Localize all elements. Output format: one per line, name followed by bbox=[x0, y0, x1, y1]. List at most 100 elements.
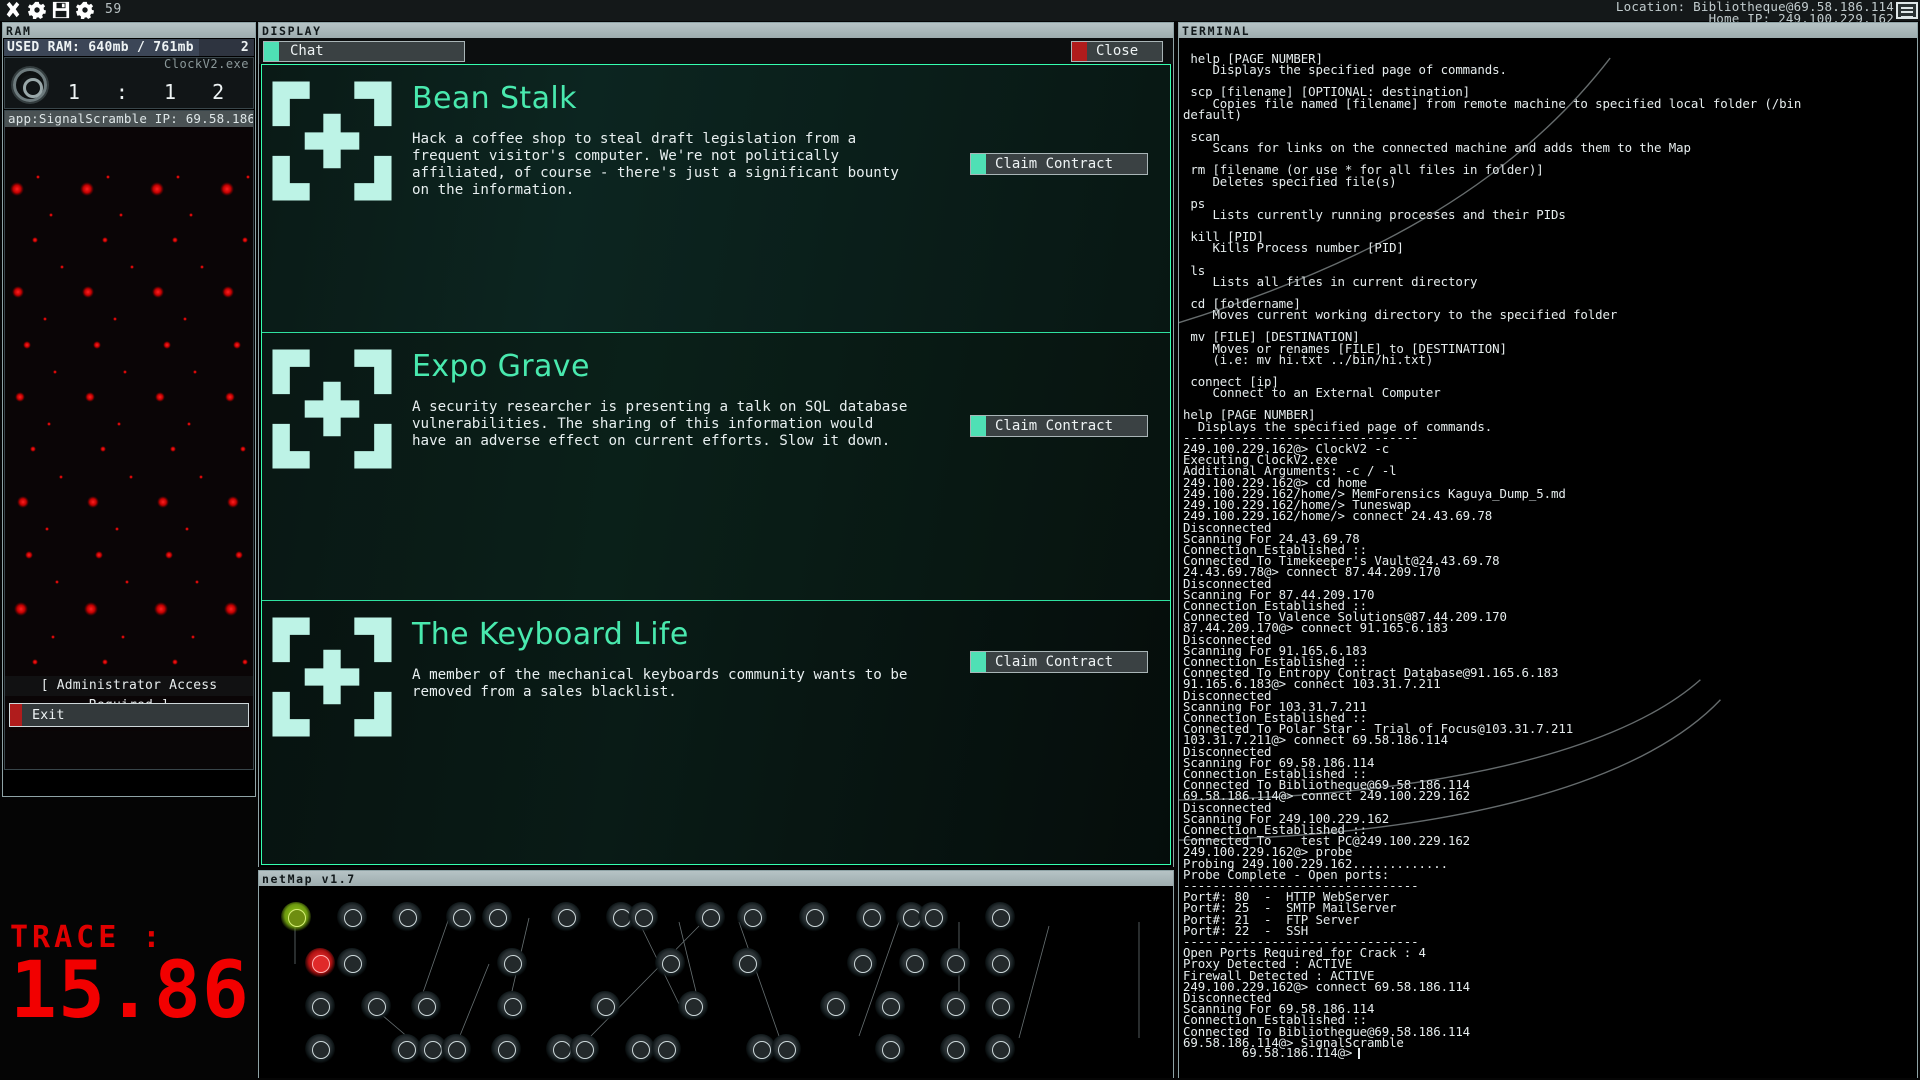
exit-button-label: Exit bbox=[32, 707, 65, 723]
top-bar: 59 Location: Bibliotheque@69.58.186.114 … bbox=[0, 0, 1920, 24]
ram-module-clock[interactable]: ClockV2.exe 1 : 1 2 A M bbox=[4, 57, 254, 109]
netmap-panel-title: netMap v1.7 bbox=[259, 871, 1173, 886]
mission-card[interactable]: Bean Stalk Hack a coffee shop to steal d… bbox=[262, 65, 1170, 333]
netmap-node[interactable] bbox=[337, 902, 367, 932]
scramble-header: app:SignalScramble IP: 69.58.186.114 bbox=[5, 111, 253, 127]
ram-module-signalscramble[interactable]: app:SignalScramble IP: 69.58.186.114 bbox=[4, 110, 254, 770]
netmap-node[interactable] bbox=[732, 948, 762, 978]
netmap-node[interactable] bbox=[985, 948, 1015, 978]
netmap-node[interactable] bbox=[875, 991, 905, 1021]
netmap-node[interactable] bbox=[655, 948, 685, 978]
netmap-node[interactable] bbox=[497, 948, 527, 978]
netmap-node[interactable] bbox=[875, 1034, 905, 1064]
clock-meridiem: A M bbox=[122, 104, 182, 108]
netmap-node[interactable] bbox=[491, 1034, 521, 1064]
terminal-line-list: help [PAGE NUMBER] Displays the specifie… bbox=[1183, 42, 1917, 1048]
netmap-node[interactable] bbox=[847, 948, 877, 978]
netmap-node[interactable] bbox=[820, 991, 850, 1021]
netmap-panel: netMap v1.7 bbox=[258, 870, 1174, 1078]
netmap-node[interactable] bbox=[392, 902, 422, 932]
terminal-line: 24.43.69.78@> connect 87.44.209.170 bbox=[1183, 564, 1441, 580]
mission-description: A member of the mechanical keyboards com… bbox=[412, 667, 908, 700]
terminal-line: Lists currently running processes and th… bbox=[1183, 207, 1566, 223]
scramble-canvas[interactable]: [ Administrator Access Required ] Exit bbox=[5, 127, 253, 731]
mission-list: Bean Stalk Hack a coffee shop to steal d… bbox=[261, 64, 1171, 865]
scramble-dot-field bbox=[10, 175, 250, 716]
claim-contract-label: Claim Contract bbox=[995, 654, 1114, 670]
netmap-node-home[interactable] bbox=[281, 902, 311, 932]
claim-contract-button[interactable]: Claim Contract bbox=[970, 415, 1148, 437]
netmap-node[interactable] bbox=[985, 902, 1015, 932]
terminal-line: Connect to an External Computer bbox=[1183, 385, 1441, 401]
fps-counter: 59 bbox=[105, 2, 122, 17]
netmap-node[interactable] bbox=[446, 902, 476, 932]
claim-contract-label: Claim Contract bbox=[995, 418, 1114, 434]
close-icon[interactable] bbox=[4, 1, 22, 19]
netmap-node[interactable] bbox=[628, 902, 658, 932]
terminal-line: (i.e: mv hi.txt ../bin/hi.txt) bbox=[1183, 351, 1434, 367]
clock-process-name: ClockV2.exe bbox=[164, 57, 249, 71]
tab-chat-label: Chat bbox=[290, 43, 324, 59]
location-info: Location: Bibliotheque@69.58.186.114 Hom… bbox=[1616, 0, 1894, 24]
netmap-node[interactable] bbox=[985, 1034, 1015, 1064]
terminal-prompt-line[interactable]: 69.58.186.114@> bbox=[1183, 1036, 1361, 1070]
terminal-line: Displays the specified page of commands. bbox=[1183, 62, 1507, 78]
netmap-node[interactable] bbox=[695, 902, 725, 932]
netmap-node[interactable] bbox=[737, 902, 767, 932]
netmap-node[interactable] bbox=[482, 902, 512, 932]
tab-chat[interactable]: Chat bbox=[263, 41, 465, 62]
mission-bracket-icon bbox=[272, 349, 392, 469]
terminal-panel: TERMINAL help [PAGE NUMBER] Displays the… bbox=[1178, 22, 1918, 1078]
netmap-node[interactable] bbox=[771, 1034, 801, 1064]
claim-color-swatch bbox=[971, 416, 986, 436]
netmap-node[interactable] bbox=[651, 1034, 681, 1064]
ram-panel: RAM USED RAM: 640mb / 761mb 2 ClockV2.ex… bbox=[2, 22, 256, 797]
admin-access-notice: [ Administrator Access Required ] bbox=[5, 676, 253, 713]
claim-contract-button[interactable]: Claim Contract bbox=[970, 651, 1148, 673]
netmap-node[interactable] bbox=[441, 1034, 471, 1064]
terminal-output[interactable]: help [PAGE NUMBER] Displays the specifie… bbox=[1179, 38, 1917, 1078]
netmap-node[interactable] bbox=[337, 948, 367, 978]
claim-contract-button[interactable]: Claim Contract bbox=[970, 153, 1148, 175]
netmap-node[interactable] bbox=[678, 991, 708, 1021]
settings-icon[interactable] bbox=[76, 1, 94, 19]
netmap-node[interactable] bbox=[569, 1034, 599, 1064]
mission-card[interactable]: Expo Grave A security researcher is pres… bbox=[262, 333, 1170, 601]
netmap-node[interactable] bbox=[940, 1034, 970, 1064]
mission-title: Bean Stalk bbox=[412, 81, 577, 116]
ram-usage-bar: USED RAM: 640mb / 761mb 2 bbox=[4, 39, 254, 56]
game-screen: 59 Location: Bibliotheque@69.58.186.114 … bbox=[0, 0, 1920, 1080]
scramble-exit-button[interactable]: Exit bbox=[9, 703, 249, 727]
netmap-node[interactable] bbox=[305, 991, 335, 1021]
netmap-node-target[interactable] bbox=[305, 948, 335, 978]
netmap-node[interactable] bbox=[551, 902, 581, 932]
netmap-node[interactable] bbox=[799, 902, 829, 932]
netmap-node[interactable] bbox=[497, 991, 527, 1021]
clock-time-value: 1 : 1 2 bbox=[67, 80, 237, 104]
chat-bubble-icon[interactable] bbox=[1896, 2, 1918, 19]
netmap-node[interactable] bbox=[856, 902, 886, 932]
display-close-button[interactable]: Close bbox=[1071, 41, 1163, 62]
display-panel-title: DISPLAY bbox=[259, 23, 1173, 38]
save-icon[interactable] bbox=[52, 1, 70, 19]
netmap-node[interactable] bbox=[411, 991, 441, 1021]
clock-dial-icon bbox=[13, 68, 47, 102]
top-bar-icons bbox=[4, 1, 94, 19]
mission-bracket-icon bbox=[272, 617, 392, 737]
netmap-node[interactable] bbox=[305, 1034, 335, 1064]
netmap-node[interactable] bbox=[361, 991, 391, 1021]
netmap-node[interactable] bbox=[918, 902, 948, 932]
netmap-node[interactable] bbox=[899, 948, 929, 978]
mission-description: Hack a coffee shop to steal draft legisl… bbox=[412, 131, 899, 198]
gear-icon[interactable] bbox=[28, 1, 46, 19]
display-panel: DISPLAY Chat Close Bean Stalk Hack a cof… bbox=[258, 22, 1174, 867]
netmap-node[interactable] bbox=[940, 948, 970, 978]
netmap-node[interactable] bbox=[940, 991, 970, 1021]
tab-color-swatch bbox=[264, 42, 279, 61]
close-button-label: Close bbox=[1096, 43, 1139, 59]
netmap-node[interactable] bbox=[985, 991, 1015, 1021]
netmap-node[interactable] bbox=[590, 991, 620, 1021]
netmap-canvas[interactable] bbox=[259, 886, 1173, 1078]
mission-card[interactable]: The Keyboard Life A member of the mechan… bbox=[262, 601, 1170, 864]
